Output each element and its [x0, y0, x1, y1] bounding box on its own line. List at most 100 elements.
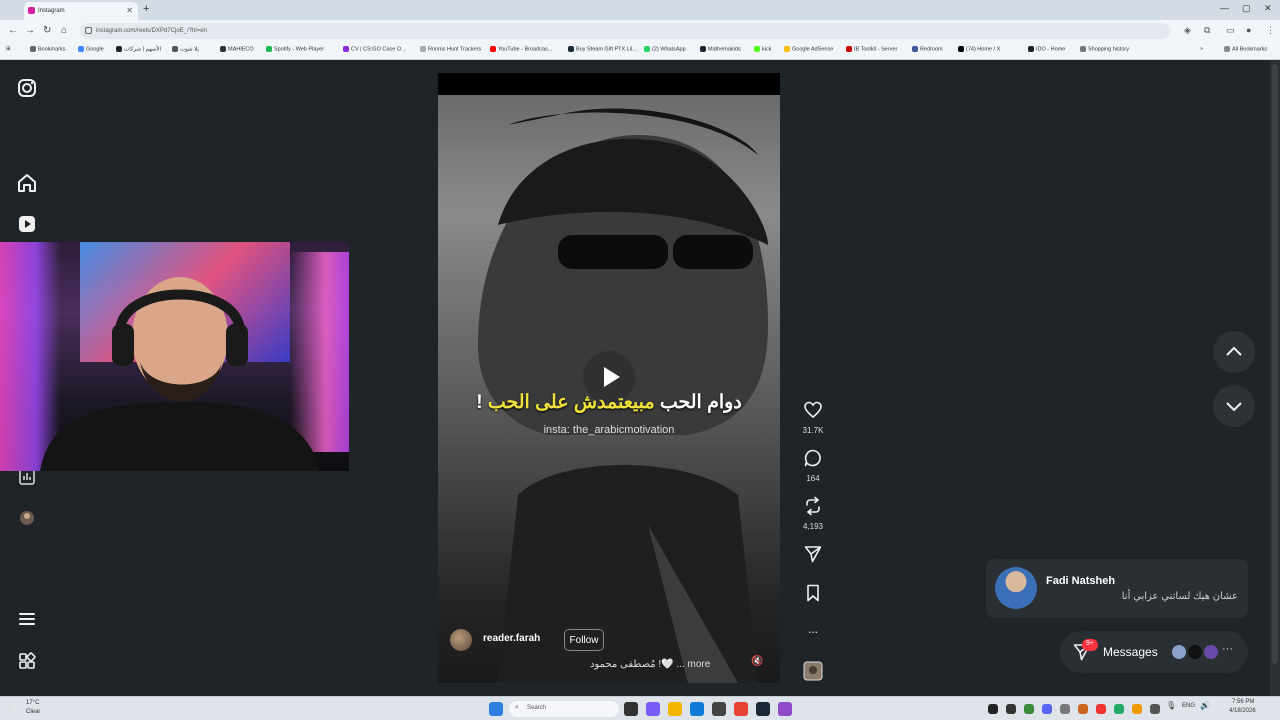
- author-username[interactable]: reader.farah: [483, 633, 540, 644]
- bookmark-item[interactable]: Spotify - Web Player: [266, 46, 324, 52]
- more-apps-icon[interactable]: [14, 648, 40, 674]
- bookmark-item[interactable]: (74) Home / X: [958, 46, 1000, 52]
- heart-icon: [804, 401, 822, 419]
- tray-app-icon[interactable]: [1096, 704, 1106, 714]
- bookmark-item[interactable]: يلا شوت: [172, 46, 199, 52]
- tab-instagram[interactable]: Instagram ✕: [24, 2, 138, 20]
- profile-icon[interactable]: ●: [1246, 25, 1251, 35]
- maximize-icon[interactable]: ▢: [1242, 3, 1251, 14]
- reel-description[interactable]: مُصطفى محمود !🤍 ... more: [590, 659, 710, 670]
- minimize-icon[interactable]: —: [1220, 3, 1229, 13]
- profile-avatar[interactable]: [14, 505, 40, 531]
- caption-yellow: مبيعتمدش على الحب: [487, 392, 655, 413]
- bookmark-item[interactable]: Google: [78, 46, 104, 52]
- previous-reel-button[interactable]: [1213, 331, 1255, 373]
- tray-app-icon[interactable]: [1114, 704, 1124, 714]
- contact-avatar: [1202, 643, 1220, 661]
- follow-button[interactable]: Follow: [564, 629, 604, 651]
- edge-icon[interactable]: [690, 702, 704, 716]
- save-button[interactable]: [798, 583, 828, 608]
- like-button[interactable]: 31.7K: [798, 400, 828, 435]
- home-icon[interactable]: [14, 170, 40, 196]
- bookmark-item[interactable]: Rooms Hunt Trackers: [420, 46, 481, 52]
- task-view-icon[interactable]: [624, 702, 638, 716]
- share-button[interactable]: [798, 544, 828, 569]
- steam-icon[interactable]: [756, 702, 770, 716]
- reel-video[interactable]: دوام الحب مبيعتمدش على الحب ! insta: the…: [438, 73, 780, 683]
- chrome-icon[interactable]: [734, 702, 748, 716]
- clock-date[interactable]: 4/18/2026: [1229, 708, 1256, 714]
- new-tab-button[interactable]: +: [143, 3, 149, 15]
- bookmark-item[interactable]: Buy Steam Gift PTX Lil...: [568, 46, 637, 52]
- taskbar-search[interactable]: ⌕ Search: [509, 701, 619, 717]
- bookmark-item[interactable]: Redroom: [912, 46, 943, 52]
- bookmark-item[interactable]: الأسهم | شركات: [116, 46, 161, 52]
- reload-icon[interactable]: ↻: [43, 25, 51, 36]
- sidebar-toggle-icon[interactable]: ▭: [1226, 25, 1235, 36]
- bookmark-item[interactable]: CV | CS:GO Case O...: [343, 46, 406, 52]
- bookmark-item[interactable]: MAHIECO: [220, 46, 254, 52]
- bookmark-item[interactable]: kick: [754, 46, 771, 52]
- next-reel-button[interactable]: [1213, 385, 1255, 427]
- all-bookmarks[interactable]: All Bookmarks: [1224, 46, 1267, 52]
- messages-button[interactable]: 9+ Messages ···: [1060, 631, 1248, 673]
- comment-button[interactable]: 164: [798, 448, 828, 483]
- bookmarks-overflow-icon[interactable]: »: [1200, 46, 1203, 52]
- menu-icon[interactable]: [14, 606, 40, 632]
- author-avatar[interactable]: [450, 629, 472, 651]
- start-icon[interactable]: [489, 702, 503, 716]
- audio-thumbnail[interactable]: [798, 661, 828, 686]
- volume-icon[interactable]: 🔊: [1200, 701, 1210, 710]
- share-icon: [804, 546, 822, 563]
- tray-app-icon[interactable]: [988, 704, 998, 714]
- bookmark-icon: [807, 584, 819, 602]
- bookmark-item[interactable]: Mathemakids: [700, 46, 741, 52]
- back-icon[interactable]: ←: [8, 25, 18, 36]
- tray-app-icon[interactable]: [1150, 704, 1160, 714]
- scrollbar[interactable]: [1270, 60, 1280, 696]
- browser-menu-icon[interactable]: ⋮: [1266, 25, 1275, 36]
- address-bar[interactable]: instagram.com/reels/DXPd7CjoE_/?hl=en: [80, 23, 1170, 39]
- weather-temp: 17°C: [26, 700, 40, 706]
- audio-cover-icon: [803, 661, 823, 681]
- reel-author: reader.farah Follow: [450, 629, 650, 655]
- app-icon[interactable]: [712, 702, 726, 716]
- tray-app-icon[interactable]: [1060, 704, 1070, 714]
- more-options-icon[interactable]: ...: [798, 622, 828, 636]
- scrollbar-thumb[interactable]: [1272, 64, 1278, 664]
- mic-icon[interactable]: 🎙: [1166, 701, 1176, 710]
- search-label: Search: [527, 705, 547, 711]
- close-tab-icon[interactable]: ✕: [126, 6, 133, 15]
- site-info-icon[interactable]: [85, 27, 92, 34]
- forward-icon[interactable]: →: [25, 25, 35, 36]
- tray-app-icon[interactable]: [1132, 704, 1142, 714]
- app-icon[interactable]: [778, 702, 792, 716]
- mute-icon[interactable]: 🔇: [751, 656, 763, 667]
- url-text: instagram.com/reels/DXPd7CjoE_/?hl=en: [96, 28, 207, 34]
- tray-app-icon[interactable]: [1024, 704, 1034, 714]
- instagram-icon[interactable]: [14, 75, 40, 101]
- message-notification[interactable]: Fadi Natsheh عشان هيك لساتني عزابي أنا: [986, 559, 1248, 618]
- bookmark-item[interactable]: Bookmarks: [30, 46, 66, 52]
- extensions-puzzle-icon[interactable]: ⧉: [1204, 25, 1210, 36]
- close-window-icon[interactable]: ✕: [1264, 3, 1272, 14]
- bookmark-item[interactable]: YouTube - Broadcas...: [490, 46, 552, 52]
- apps-icon[interactable]: ⊞: [6, 46, 11, 52]
- home-browser-icon[interactable]: ⌂: [61, 25, 67, 36]
- language-indicator[interactable]: ENG: [1182, 703, 1195, 709]
- file-explorer-icon[interactable]: [668, 702, 682, 716]
- bookmark-item[interactable]: IDO - Home: [1028, 46, 1065, 52]
- bookmark-item[interactable]: IB Toolkit - Server: [846, 46, 897, 52]
- bookmark-item[interactable]: Google AdSense: [784, 46, 833, 52]
- bookmark-item[interactable]: Shopping history: [1080, 46, 1129, 52]
- repost-button[interactable]: 4,193: [798, 496, 828, 531]
- reels-icon[interactable]: [14, 211, 40, 237]
- instagram-favicon-icon: [28, 7, 35, 14]
- bookmark-item[interactable]: (2) WhatsApp: [644, 46, 686, 52]
- tray-app-icon[interactable]: [1078, 704, 1088, 714]
- clock-time[interactable]: 7:56 PM: [1232, 699, 1254, 705]
- copilot-icon[interactable]: [646, 702, 660, 716]
- tray-app-icon[interactable]: [1006, 704, 1016, 714]
- tray-app-icon[interactable]: [1042, 704, 1052, 714]
- extension-icon[interactable]: ◈: [1184, 25, 1191, 36]
